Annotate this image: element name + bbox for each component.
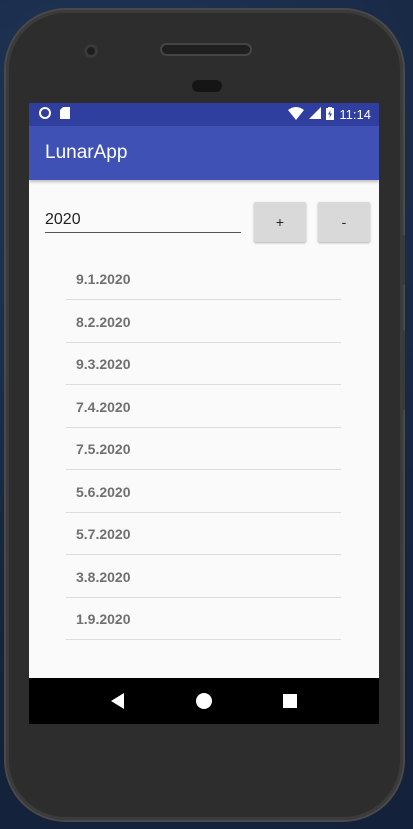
list-item[interactable]: 7.4.2020 [66,387,341,428]
list-item[interactable]: 9.3.2020 [66,344,341,385]
date-list: 9.1.2020 8.2.2020 9.3.2020 7.4.2020 7.5.… [66,259,341,642]
year-input[interactable] [45,208,241,233]
status-bar: 11:14 [29,103,379,126]
year-controls: + - [29,180,379,256]
earpiece-speaker [162,45,250,54]
proximity-sensor [192,80,222,92]
decrement-year-button[interactable]: - [318,202,370,242]
status-time: 11:14 [339,107,371,122]
list-item[interactable]: 5.6.2020 [66,472,341,513]
front-camera [84,44,98,58]
list-item[interactable]: 5.7.2020 [66,514,341,555]
power-button [401,235,405,285]
increment-year-button[interactable]: + [254,202,306,242]
volume-button [401,330,405,410]
signal-icon [309,107,322,122]
back-icon[interactable] [103,686,133,716]
list-item[interactable]: 8.2.2020 [66,302,341,343]
recents-icon[interactable] [275,686,305,716]
sd-card-icon [60,107,70,122]
app-bar: LunarApp [29,126,379,180]
notification-dot-icon [39,107,51,122]
home-icon[interactable] [189,686,219,716]
app-title: LunarApp [45,142,128,163]
list-item[interactable]: 9.1.2020 [66,259,341,300]
list-item[interactable]: 3.8.2020 [66,557,341,598]
wifi-icon [288,106,305,123]
list-item[interactable]: 7.5.2020 [66,429,341,470]
navigation-bar [29,678,379,724]
list-item[interactable]: 1.9.2020 [66,599,341,640]
battery-charging-icon [326,106,335,123]
screen: 11:14 LunarApp + - 9.1.2020 8.2.2020 9.3… [29,103,379,724]
